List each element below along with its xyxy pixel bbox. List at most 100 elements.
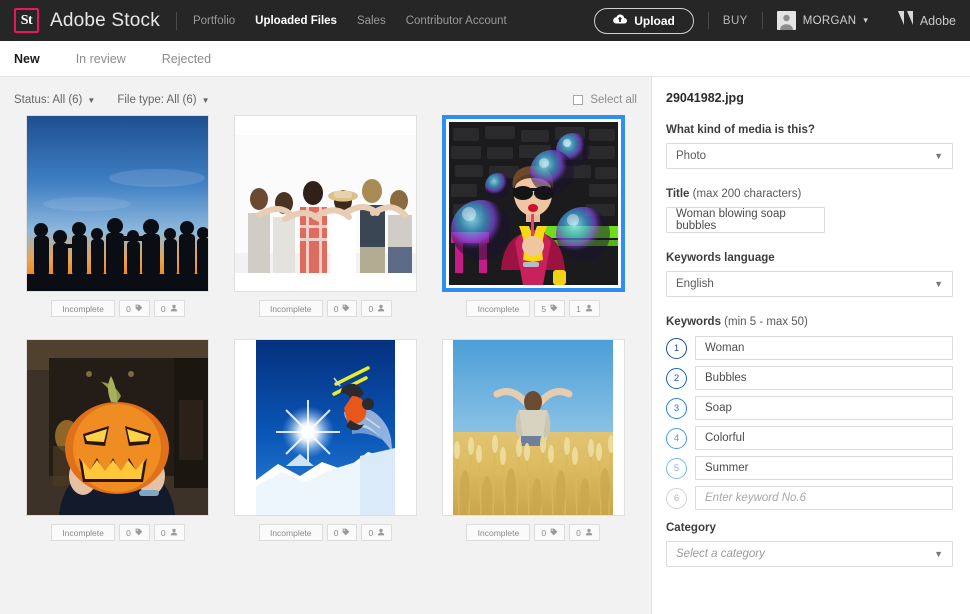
media-type-select[interactable]: Photo ▼ (666, 143, 953, 169)
keyword-input-6[interactable]: Enter keyword No.6 (695, 486, 953, 510)
avatar (777, 11, 796, 30)
select-all-label: Select all (590, 94, 637, 106)
person-release-icon (170, 528, 178, 538)
keyword-input-4[interactable]: Colorful (695, 426, 953, 450)
keyword-count-badge: 0 (119, 524, 150, 541)
file-card[interactable]: Incomplete 0 0 (14, 115, 222, 317)
file-card[interactable]: Incomplete 0 0 (14, 339, 222, 541)
adobe-link[interactable]: Adobe (897, 10, 956, 31)
card-badges: Incomplete 5 1 (466, 300, 599, 317)
tag-icon (550, 528, 558, 538)
nav-item-portfolio[interactable]: Portfolio (193, 15, 235, 27)
thumbnail-pumpkin (27, 340, 208, 515)
thumbnail-container[interactable] (442, 115, 625, 292)
file-grid: Incomplete 0 0 (0, 115, 651, 541)
release-count-badge: 0 (154, 524, 185, 541)
select-all-control[interactable]: Select all (573, 94, 637, 106)
tag-icon (342, 304, 350, 314)
tab-new[interactable]: New (14, 52, 40, 66)
adobe-stock-logo-icon[interactable]: St (14, 8, 39, 33)
release-count: 0 (161, 304, 166, 314)
keyword-number: 3 (666, 398, 687, 419)
title-label: Title (max 200 characters) (666, 188, 953, 200)
buy-link[interactable]: BUY (723, 15, 748, 27)
release-count: 0 (576, 528, 581, 538)
chevron-down-icon: ▼ (202, 96, 210, 105)
chevron-down-icon: ▼ (934, 151, 943, 161)
thumbnail-skier (256, 340, 395, 515)
nav-item-contributor-account[interactable]: Contributor Account (406, 15, 507, 27)
chevron-down-icon: ▾ (863, 15, 868, 26)
keyword-row: 6 Enter keyword No.6 (666, 486, 953, 510)
keyword-input-3[interactable]: Soap (695, 396, 953, 420)
keyword-value: Colorful (705, 432, 745, 444)
keyword-count: 0 (126, 528, 131, 538)
adobe-label: Adobe (920, 14, 956, 28)
nav-item-uploaded-files[interactable]: Uploaded Files (255, 15, 337, 27)
title-input[interactable]: Woman blowing soap bubbles (666, 207, 825, 233)
keyword-row: 4 Colorful (666, 426, 953, 450)
files-pane: Status: All (6) ▼ File type: All (6) ▼ S… (0, 77, 651, 614)
keyword-input-1[interactable]: Woman (695, 336, 953, 360)
keyword-count: 5 (541, 304, 546, 314)
thumbnail-container[interactable] (234, 115, 417, 292)
status-badge: Incomplete (259, 300, 323, 317)
keyword-value: Woman (705, 342, 744, 354)
tab-in-review[interactable]: In review (76, 52, 126, 66)
keyword-number: 5 (666, 458, 687, 479)
metadata-panel: 29041982.jpg What kind of media is this?… (651, 77, 970, 614)
keyword-value: Soap (705, 402, 732, 414)
release-count: 0 (368, 528, 373, 538)
card-badges: Incomplete 0 0 (259, 524, 392, 541)
keywords-language-value: English (676, 278, 714, 290)
thumbnail-container[interactable] (234, 339, 417, 516)
keyword-row: 1 Woman (666, 336, 953, 360)
user-name: MORGAN (803, 15, 857, 27)
tag-icon (135, 528, 143, 538)
header-nav: Portfolio Uploaded Files Sales Contribut… (193, 15, 507, 27)
nav-item-sales[interactable]: Sales (357, 15, 386, 27)
tag-icon (342, 528, 350, 538)
file-card[interactable]: Incomplete 0 0 (222, 339, 430, 541)
keyword-count: 0 (126, 304, 131, 314)
header-divider-3 (762, 12, 763, 29)
thumbnail-container[interactable] (26, 115, 209, 292)
select-all-checkbox[interactable] (573, 95, 583, 105)
file-card[interactable]: Incomplete 0 0 (429, 339, 637, 541)
keyword-number: 4 (666, 428, 687, 449)
file-card[interactable]: Incomplete 0 0 (222, 115, 430, 317)
file-card-selected[interactable]: Incomplete 5 1 (429, 115, 637, 317)
release-count-badge: 0 (569, 524, 600, 541)
keyword-input-5[interactable]: Summer (695, 456, 953, 480)
app-root: St Adobe Stock Portfolio Uploaded Files … (0, 0, 970, 614)
adobe-a-icon (897, 10, 914, 31)
keyword-input-2[interactable]: Bubbles (695, 366, 953, 390)
title-label-hint: (max 200 characters) (693, 188, 802, 200)
keyword-count-badge: 5 (534, 300, 565, 317)
file-type-filter[interactable]: File type: All (6) ▼ (117, 94, 209, 106)
person-release-icon (170, 304, 178, 314)
thumbnail-container[interactable] (26, 339, 209, 516)
status-tabs: New In review Rejected (0, 41, 970, 77)
keyword-row: 5 Summer (666, 456, 953, 480)
category-label: Category (666, 522, 953, 534)
user-menu[interactable]: MORGAN ▾ (777, 11, 868, 30)
person-release-icon (585, 528, 593, 538)
keyword-number: 6 (666, 488, 687, 509)
panel-filename: 29041982.jpg (666, 91, 953, 105)
thumbnail-container[interactable] (442, 339, 625, 516)
keywords-label-text: Keywords (666, 316, 721, 328)
tab-rejected[interactable]: Rejected (162, 52, 211, 66)
keywords-language-select[interactable]: English ▼ (666, 271, 953, 297)
keyword-placeholder: Enter keyword No.6 (705, 492, 806, 504)
card-badges: Incomplete 0 0 (51, 300, 184, 317)
release-count-badge: 0 (361, 300, 392, 317)
keyword-count-badge: 0 (327, 524, 358, 541)
keyword-count: 0 (334, 528, 339, 538)
upload-button[interactable]: Upload (594, 8, 694, 34)
category-select[interactable]: Select a category ▼ (666, 541, 953, 567)
status-badge: Incomplete (466, 524, 530, 541)
card-badges: Incomplete 0 0 (259, 300, 392, 317)
status-filter[interactable]: Status: All (6) ▼ (14, 94, 95, 106)
header-actions: Upload BUY MORGAN ▾ (594, 8, 956, 34)
